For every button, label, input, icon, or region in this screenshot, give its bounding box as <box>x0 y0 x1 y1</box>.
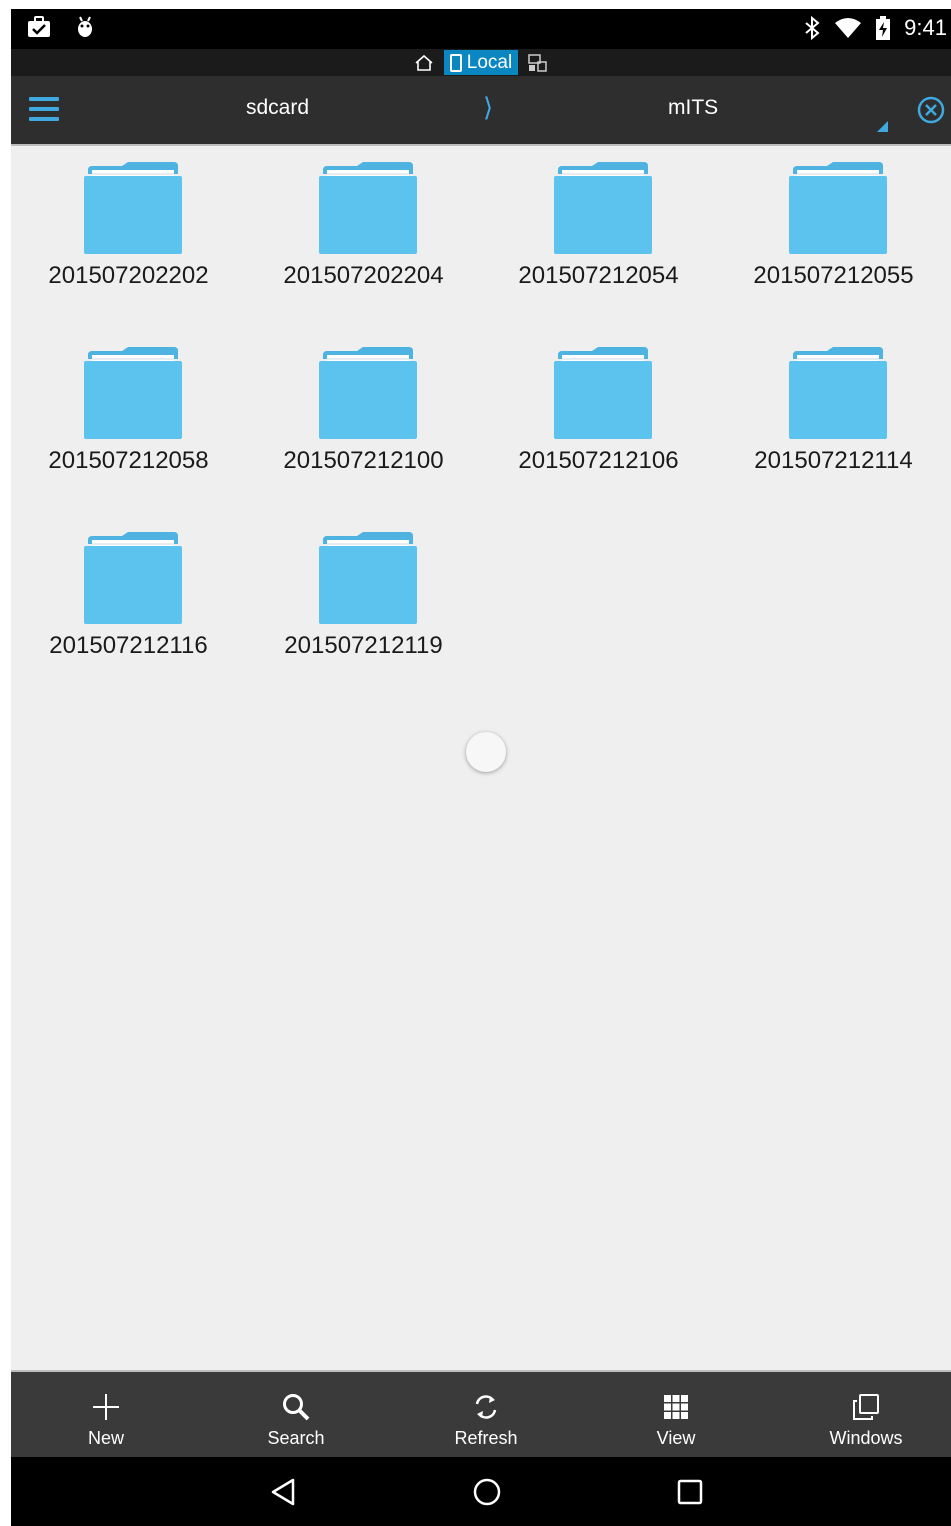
folder-icon <box>319 347 417 439</box>
bottom-toolbar: New Search Refresh View Windows <box>11 1370 951 1459</box>
file-manager-screen: 9:41 Local sdcard ⟩ mITS 201507202202 20… <box>11 9 951 1526</box>
phone-icon <box>449 53 462 72</box>
navigation-bar <box>11 1457 951 1526</box>
folder-name: 201507212116 <box>49 632 208 659</box>
home-icon[interactable] <box>414 54 434 72</box>
battery-charging-icon <box>876 16 891 40</box>
android-debug-icon <box>78 16 92 37</box>
windows-icon <box>853 1394 879 1420</box>
folder-icon <box>84 162 182 254</box>
local-label: Local <box>466 51 513 73</box>
search-label: Search <box>267 1428 325 1448</box>
new-button[interactable]: New <box>11 1372 201 1459</box>
folder-tile[interactable]: 201507212054 <box>481 162 716 312</box>
folder-tile[interactable]: 201507212119 <box>246 532 481 682</box>
folder-icon <box>319 532 417 624</box>
folder-name: 201507212100 <box>283 447 444 474</box>
folder-icon <box>789 162 887 254</box>
wifi-icon <box>835 18 862 38</box>
clock: 9:41 <box>904 15 947 40</box>
recents-icon[interactable] <box>675 1477 705 1507</box>
breadcrumb-sdcard[interactable]: sdcard <box>246 96 309 120</box>
folder-name: 201507202202 <box>48 262 209 289</box>
folder-tile[interactable]: 201507212055 <box>716 162 951 312</box>
breadcrumb-mits[interactable]: mITS <box>668 96 718 120</box>
windows-button[interactable]: Windows <box>771 1372 951 1459</box>
folder-icon <box>554 347 652 439</box>
location-strip: Local <box>11 49 951 76</box>
bluetooth-icon <box>805 16 820 40</box>
grid-view-icon <box>664 1395 688 1419</box>
folder-name: 201507212058 <box>48 447 209 474</box>
folder-icon <box>789 347 887 439</box>
search-button[interactable]: Search <box>201 1372 391 1459</box>
refresh-button[interactable]: Refresh <box>391 1372 581 1459</box>
folder-name: 201507212054 <box>518 262 679 289</box>
hamburger-menu-icon[interactable] <box>29 97 59 123</box>
view-button[interactable]: View <box>581 1372 771 1459</box>
briefcase-check-icon <box>28 16 50 37</box>
folder-icon <box>554 162 652 254</box>
close-icon[interactable] <box>917 96 945 124</box>
refresh-label: Refresh <box>454 1428 518 1448</box>
folder-icon <box>84 532 182 624</box>
folder-icon <box>84 347 182 439</box>
folder-name: 201507212106 <box>518 447 679 474</box>
plus-icon <box>93 1394 119 1420</box>
windows-label: Windows <box>829 1428 903 1448</box>
search-icon <box>283 1394 310 1421</box>
folder-tile[interactable]: 201507202202 <box>11 162 246 312</box>
network-devices-icon[interactable] <box>528 53 548 72</box>
folder-tile[interactable]: 201507202204 <box>246 162 481 312</box>
folder-icon <box>319 162 417 254</box>
home-circle-icon[interactable] <box>472 1477 502 1507</box>
loading-spinner <box>466 732 506 772</box>
folder-name: 201507202204 <box>283 262 444 289</box>
path-bar: sdcard ⟩ mITS <box>11 76 951 146</box>
local-location-button[interactable]: Local <box>443 50 519 75</box>
folder-tile[interactable]: 201507212114 <box>716 347 951 497</box>
folder-name: 201507212055 <box>753 262 914 289</box>
folder-tile[interactable]: 201507212100 <box>246 347 481 497</box>
view-label: View <box>656 1428 696 1448</box>
folder-name: 201507212114 <box>754 447 913 474</box>
folder-tile[interactable]: 201507212106 <box>481 347 716 497</box>
breadcrumb-separator-icon: ⟩ <box>483 92 494 122</box>
folder-tile[interactable]: 201507212116 <box>11 532 246 682</box>
back-icon[interactable] <box>268 1477 298 1507</box>
dropdown-corner-icon[interactable] <box>877 121 888 132</box>
status-bar: 9:41 <box>11 9 951 49</box>
new-label: New <box>87 1428 124 1448</box>
refresh-icon <box>475 1395 497 1419</box>
folder-tile[interactable]: 201507212058 <box>11 347 246 497</box>
folder-name: 201507212119 <box>284 632 443 659</box>
